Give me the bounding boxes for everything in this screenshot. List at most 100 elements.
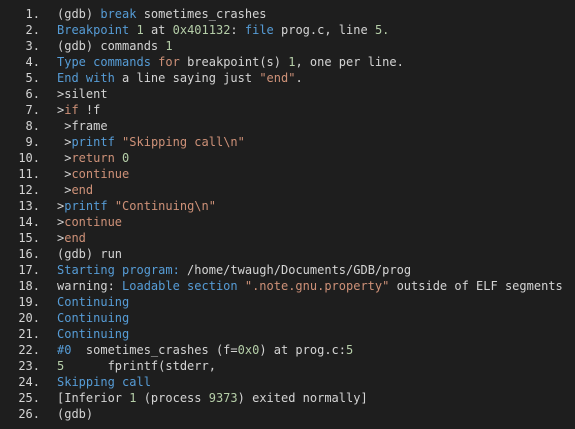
code-token: >	[57, 151, 72, 165]
line-content: >if !f	[57, 102, 100, 118]
code-line: 9. >printf "Skipping call\n"	[0, 134, 575, 150]
code-token: "Continuing\n"	[114, 199, 216, 213]
code-token: Skipping call	[57, 375, 151, 389]
code-token: Loadable section	[122, 279, 245, 293]
code-token: >	[57, 183, 72, 197]
code-line: 17. Starting program: /home/twaugh/Docume…	[0, 262, 575, 278]
line-content: >end	[57, 230, 86, 246]
line-number: 13.	[18, 199, 40, 213]
code-token: 5	[346, 343, 354, 357]
code-line: 6. >silent	[0, 86, 575, 102]
code-token: return	[71, 151, 115, 165]
code-line: 2. Breakpoint 1 at 0x401132: file prog.c,…	[0, 22, 575, 38]
line-number: 25.	[18, 391, 40, 405]
code-token: (gdb)	[57, 7, 101, 21]
code-token: >	[57, 135, 72, 149]
code-token: breakpoint(s)	[179, 55, 289, 69]
code-line: 1. (gdb) break sometimes_crashes	[0, 6, 575, 22]
code-line: 22. #0 sometimes_crashes (f=0x0) at prog.…	[0, 342, 575, 358]
line-number: 19.	[18, 295, 40, 309]
line-content: >printf "Continuing\n"	[57, 198, 216, 214]
line-content: Continuing	[57, 294, 129, 310]
code-line: 24. Skipping call	[0, 374, 575, 390]
code-token: for	[158, 55, 180, 69]
line-number: 6.	[25, 87, 40, 101]
code-token: with	[85, 71, 115, 85]
line-number: 3.	[25, 39, 40, 53]
code-token: 0x401132	[172, 23, 231, 37]
code-token: ) exited normally]	[237, 391, 368, 405]
line-content: >silent	[57, 86, 108, 102]
line-number: 18.	[18, 279, 40, 293]
code-line: 4. Type commands for breakpoint(s) 1, one…	[0, 54, 575, 70]
line-number: 21.	[18, 327, 40, 341]
line-number: 8.	[25, 119, 40, 133]
code-token: outside of ELF segments	[389, 279, 563, 293]
code-token: sometimes_crashes (f=	[71, 343, 238, 357]
code-line: 8. >frame	[0, 118, 575, 134]
code-token: prog.c, line	[273, 23, 375, 37]
code-line: 14. >continue	[0, 214, 575, 230]
code-token: end	[71, 183, 94, 197]
code-token: warning:	[57, 279, 123, 293]
line-content: (gdb) run	[57, 246, 122, 262]
code-token: 1	[158, 39, 173, 53]
terminal-transcript: 1. (gdb) break sometimes_crashes 2. Breakpo…	[0, 0, 575, 429]
line-number: 4.	[25, 55, 40, 69]
code-token: sometimes_crashes	[136, 7, 267, 21]
line-content: End with a line saying just "end".	[57, 70, 303, 86]
code-line: 13. >printf "Continuing\n"	[0, 198, 575, 214]
line-number: 17.	[18, 263, 40, 277]
code-token: Breakpoint	[57, 23, 137, 37]
code-token: if	[64, 103, 79, 117]
code-token: .	[295, 71, 303, 85]
code-token: (process	[136, 391, 209, 405]
code-line: 25. [Inferior 1 (process 9373) exited nor…	[0, 390, 575, 406]
code-token: commands	[100, 39, 159, 53]
code-line: 12. >end	[0, 182, 575, 198]
line-content: (gdb) break sometimes_crashes	[57, 6, 267, 22]
code-line: 7. >if !f	[0, 102, 575, 118]
code-line: 21. Continuing	[0, 326, 575, 342]
code-token: at	[143, 23, 173, 37]
code-token: (gdb)	[57, 247, 101, 261]
code-line: 10. >return 0	[0, 150, 575, 166]
code-token: /home/	[187, 263, 231, 277]
line-number: 5.	[25, 71, 40, 85]
code-line: 18. warning: Loadable section ".note.gnu.…	[0, 278, 575, 294]
code-token: 5.	[374, 23, 390, 37]
code-token: >	[57, 167, 72, 181]
code-token: End	[57, 71, 86, 85]
code-token: 0x0	[237, 343, 260, 357]
code-token: Continuing	[57, 295, 130, 309]
code-token: 1	[136, 23, 144, 37]
line-content: warning: Loadable section ".note.gnu.pro…	[57, 278, 563, 294]
line-content: Breakpoint 1 at 0x401132: file prog.c, l…	[57, 22, 389, 38]
line-content: >continue	[57, 166, 129, 182]
code-token: ) at prog.c:	[259, 343, 347, 357]
code-line: 20. Continuing	[0, 310, 575, 326]
code-token: Continuing	[57, 327, 130, 341]
line-content: Continuing	[57, 326, 129, 342]
line-content: (gdb) commands 1	[57, 38, 173, 54]
line-number: 22.	[18, 343, 40, 357]
code-token: a line saying just	[114, 71, 260, 85]
line-number: 10.	[18, 151, 40, 165]
code-token: file	[244, 23, 274, 37]
code-token: , one per line.	[295, 55, 404, 69]
code-token: "Skipping call\n"	[122, 135, 245, 149]
code-token: !f	[78, 103, 101, 117]
code-line: 26. (gdb)	[0, 406, 575, 422]
code-token: Starting program:	[57, 263, 188, 277]
code-token: (gdb)	[57, 407, 94, 421]
line-number: 2.	[25, 23, 40, 37]
code-token: Continuing	[57, 311, 130, 325]
code-token: twaugh	[230, 263, 274, 277]
line-content: Type commands for breakpoint(s) 1, one p…	[57, 54, 404, 70]
code-token: >silent	[57, 87, 108, 101]
code-token: ".note.gnu.property"	[244, 279, 390, 293]
line-number: 16.	[18, 247, 40, 261]
line-content: [Inferior 1 (process 9373) exited normal…	[57, 390, 368, 406]
